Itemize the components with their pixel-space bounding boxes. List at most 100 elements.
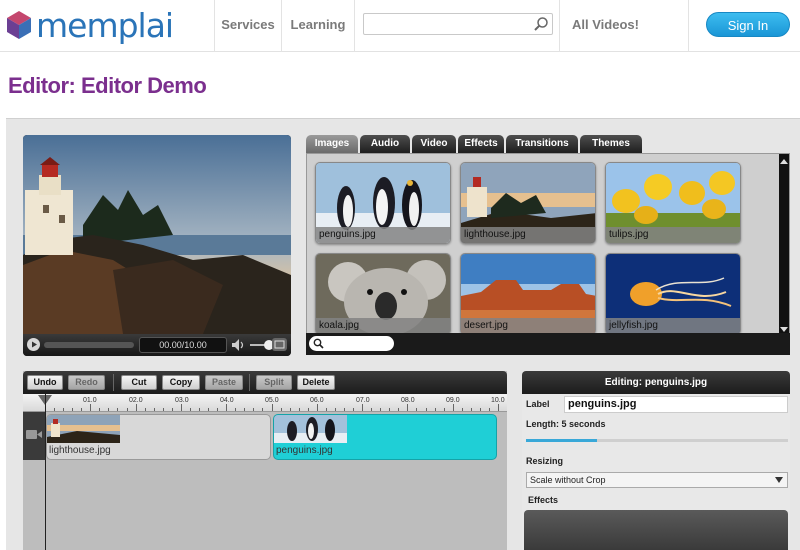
nav-all-videos[interactable]: All Videos!	[559, 0, 689, 52]
ruler-label: 08.0	[401, 397, 415, 404]
ruler-tick	[425, 408, 427, 411]
ruler-label: 07.0	[356, 397, 370, 404]
library-item-label: jellyfish.jpg	[606, 318, 740, 334]
scroll-up-icon[interactable]	[779, 157, 789, 167]
library-search-icon	[313, 338, 324, 349]
ruler-tick	[461, 408, 463, 411]
ruler-tick	[235, 408, 237, 411]
ruler-tick	[488, 408, 490, 411]
library-search-bar	[306, 333, 790, 355]
library-grid: penguins.jpg lighthouse.jpg tulips.jpg k…	[306, 153, 790, 335]
clip-properties-panel: Editing: penguins.jpg Label penguins.jpg…	[522, 371, 790, 550]
split-button[interactable]: Split	[256, 375, 292, 390]
tab-effects[interactable]: Effects	[458, 135, 504, 153]
timeline-toolbar: Undo Redo Cut Copy Paste Split Delete	[23, 371, 507, 394]
resizing-select[interactable]: Scale without Crop	[526, 472, 788, 488]
ruler-tick	[334, 408, 336, 411]
properties-title: Editing: penguins.jpg	[522, 371, 790, 394]
ruler-tick	[289, 408, 291, 411]
tab-audio[interactable]: Audio	[360, 135, 410, 153]
length-text: Length: 5 seconds	[526, 419, 606, 429]
tab-themes[interactable]: Themes	[580, 135, 642, 153]
video-camera-icon	[26, 430, 42, 439]
search-icon[interactable]	[533, 16, 549, 32]
brand-logo[interactable]: memplai	[6, 6, 174, 45]
ruler-tick	[362, 404, 364, 411]
ruler-tick	[498, 404, 499, 411]
ruler-tick	[171, 408, 173, 411]
ruler-tick	[180, 404, 182, 411]
player-controls: 00.00/10.00	[23, 334, 291, 356]
ruler-tick	[162, 408, 164, 411]
lighthouse-clip-thumbnail	[47, 415, 120, 443]
ruler-tick	[307, 408, 309, 411]
timeline-clip-selected[interactable]: penguins.jpg	[273, 414, 497, 460]
editor-page: memplai Services Learning All Videos! Si…	[0, 0, 800, 550]
ruler-tick	[108, 408, 110, 411]
clip-label: lighthouse.jpg	[49, 445, 111, 456]
library-item-label: desert.jpg	[461, 318, 595, 334]
ruler-tick	[99, 408, 101, 411]
penguins-clip-thumbnail	[274, 415, 347, 443]
ruler-tick	[144, 408, 146, 411]
ruler-tick	[452, 404, 454, 411]
ruler-label: 03.0	[175, 397, 189, 404]
toolbar-divider	[113, 374, 114, 391]
ruler-tick	[117, 408, 119, 411]
library-item[interactable]: jellyfish.jpg	[605, 253, 741, 335]
play-button[interactable]	[27, 338, 40, 351]
ruler-tick	[54, 408, 56, 411]
paste-button[interactable]: Paste	[205, 375, 243, 390]
sign-in-button[interactable]: Sign In	[706, 12, 790, 37]
ruler-tick	[479, 408, 481, 411]
volume-icon[interactable]	[231, 338, 245, 352]
clip-label: penguins.jpg	[276, 445, 333, 456]
ruler-label: 09.0	[446, 397, 460, 404]
video-player[interactable]: 00.00/10.00	[23, 135, 291, 356]
library-item[interactable]: koala.jpg	[315, 253, 451, 335]
ruler-tick	[226, 404, 228, 411]
tab-transitions[interactable]: Transitions	[506, 135, 578, 153]
ruler-tick	[443, 408, 445, 411]
ruler-tick	[389, 408, 391, 411]
library-scrollbar[interactable]	[779, 154, 789, 334]
ruler-tick	[371, 408, 373, 411]
brand-cube-icon	[7, 11, 31, 39]
fullscreen-button[interactable]	[272, 338, 287, 351]
ruler-tick	[81, 408, 83, 411]
ruler-tick	[208, 408, 210, 411]
ruler-tick	[398, 408, 400, 411]
ruler-tick	[199, 408, 201, 411]
time-display: 00.00/10.00	[139, 337, 227, 353]
redo-button[interactable]: Redo	[68, 375, 105, 390]
ruler-label: 02.0	[129, 397, 143, 404]
library-item[interactable]: penguins.jpg	[315, 162, 451, 244]
copy-button[interactable]: Copy	[162, 375, 200, 390]
effects-list[interactable]	[524, 510, 788, 550]
header-search-input[interactable]	[363, 13, 553, 35]
toolbar-divider	[249, 374, 250, 391]
cut-button[interactable]: Cut	[121, 375, 157, 390]
ruler-tick	[353, 408, 355, 411]
resizing-caption: Resizing	[526, 456, 564, 466]
delete-button[interactable]: Delete	[297, 375, 335, 390]
nav-services[interactable]: Services	[214, 0, 281, 52]
header-search	[354, 0, 559, 52]
tab-video[interactable]: Video	[412, 135, 456, 153]
ruler-label: 04.0	[220, 397, 234, 404]
length-slider[interactable]	[526, 439, 788, 442]
tab-images[interactable]: Images	[306, 135, 358, 153]
label-input[interactable]: penguins.jpg	[564, 396, 788, 413]
fullscreen-icon	[274, 340, 285, 349]
resizing-select-value: Scale without Crop	[530, 475, 606, 485]
playback-progress[interactable]	[44, 342, 134, 348]
library-item[interactable]: tulips.jpg	[605, 162, 741, 244]
timeline-clip[interactable]: lighthouse.jpg	[46, 414, 271, 460]
nav-learning[interactable]: Learning	[281, 0, 354, 52]
library-item[interactable]: desert.jpg	[460, 253, 596, 335]
length-slider-fill	[526, 439, 597, 442]
timeline-ruler[interactable]: 01.0 02.0 03.0 04.0 05.0 06.0 07.0 08.0 …	[23, 394, 507, 412]
library-item[interactable]: lighthouse.jpg	[460, 162, 596, 244]
ruler-label: 05.0	[265, 397, 279, 404]
undo-button[interactable]: Undo	[27, 375, 63, 390]
